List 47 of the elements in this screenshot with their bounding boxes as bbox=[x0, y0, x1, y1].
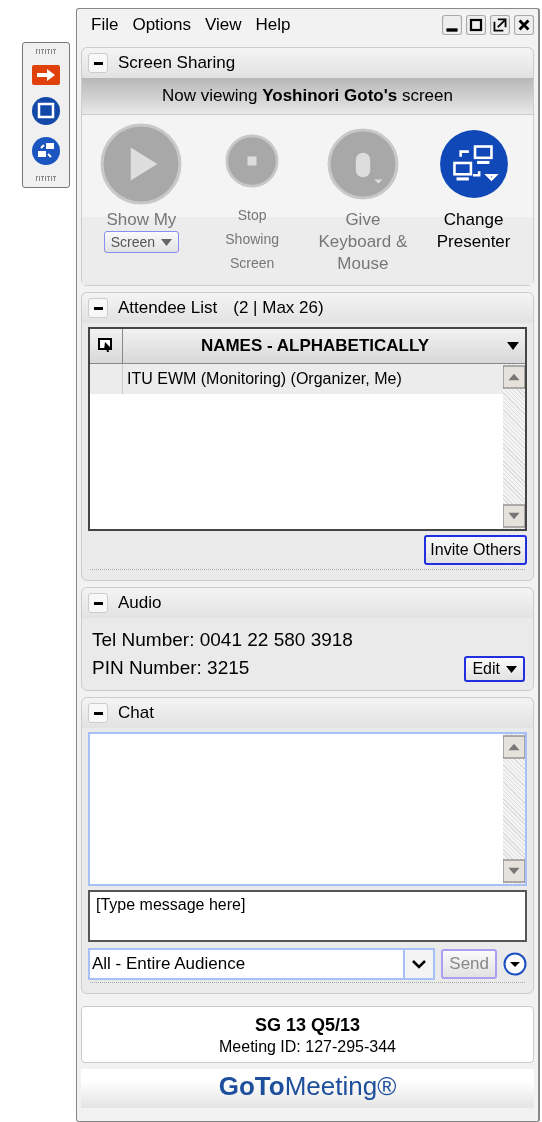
menu-item[interactable]: Options bbox=[132, 15, 191, 35]
caret-icon bbox=[412, 959, 427, 969]
logo: GoToMeeting® bbox=[218, 1071, 397, 1102]
menu-item[interactable]: View bbox=[205, 15, 242, 35]
collapse-button[interactable] bbox=[88, 298, 108, 318]
audio-info: PIN Number: 3215 bbox=[92, 656, 251, 680]
scrollbar[interactable] bbox=[503, 364, 525, 529]
message-field[interactable]: [Type message here] bbox=[88, 890, 527, 942]
audio-info: Tel Number: 0041 22 580 3918 bbox=[92, 628, 353, 652]
action-label: Stop Showing Screen bbox=[224, 206, 280, 273]
panel-title: Chat bbox=[118, 703, 154, 723]
maximize-icon[interactable] bbox=[466, 15, 486, 35]
viewing-banner: Now viewing Yoshinori Goto's screen bbox=[82, 78, 533, 115]
scroll-up-icon[interactable] bbox=[503, 734, 525, 760]
dropdown-icon[interactable] bbox=[503, 952, 527, 976]
collapse-button[interactable] bbox=[88, 53, 108, 73]
action-label: Show My bbox=[105, 209, 178, 231]
collapse-button[interactable] bbox=[88, 703, 108, 723]
recipient-dropdown[interactable]: All - Entire Audience bbox=[88, 948, 436, 980]
caret-icon bbox=[161, 238, 173, 246]
grip-handle[interactable] bbox=[36, 176, 56, 181]
caret-icon[interactable] bbox=[507, 342, 519, 350]
meeting-id: Meeting ID: 127-295-344 bbox=[219, 1038, 396, 1056]
presenter-icon bbox=[98, 338, 114, 354]
caret-icon bbox=[506, 665, 517, 673]
action-label: Change Presenter bbox=[435, 209, 512, 253]
invite-button[interactable]: Invite Others bbox=[424, 535, 527, 565]
panel-title: Attendee List bbox=[118, 298, 218, 318]
minimize-icon[interactable] bbox=[442, 15, 462, 35]
meeting-title: SG 13 Q5/13 bbox=[254, 1015, 361, 1036]
panel-title: Audio bbox=[118, 593, 162, 613]
menu-item[interactable]: Help bbox=[255, 15, 291, 35]
edit-button[interactable]: Edit bbox=[464, 656, 525, 682]
window-icon[interactable] bbox=[31, 96, 61, 126]
panel-title: Screen Sharing bbox=[118, 53, 236, 73]
close-icon[interactable] bbox=[514, 15, 534, 35]
attendee-count: (2 | Max 26) bbox=[233, 298, 324, 318]
scrollbar[interactable] bbox=[503, 734, 525, 884]
grip-handle[interactable] bbox=[36, 49, 56, 54]
collapse-button[interactable] bbox=[88, 593, 108, 613]
scroll-up-icon[interactable] bbox=[503, 364, 525, 390]
scroll-down-icon[interactable] bbox=[503, 858, 525, 884]
action-label: Give Keyboard & Mouse bbox=[317, 209, 409, 275]
scroll-down-icon[interactable] bbox=[503, 503, 525, 529]
attendee-row[interactable]: ITU EWM (Monitoring) (Organizer, Me) bbox=[90, 364, 503, 394]
undock-icon[interactable] bbox=[490, 15, 510, 35]
menu-item[interactable]: File bbox=[91, 15, 119, 35]
